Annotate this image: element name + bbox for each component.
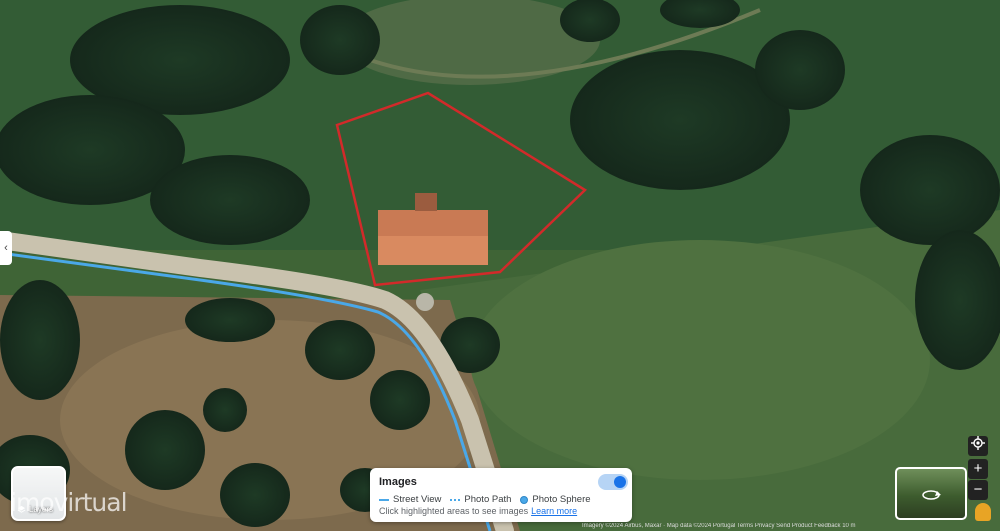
images-panel-title: Images xyxy=(379,476,417,488)
rotate-360-icon xyxy=(922,490,941,500)
crosshair-icon xyxy=(971,436,985,450)
imagery-legend: Street View Photo Path Photo Sphere xyxy=(379,494,600,505)
water-tank xyxy=(416,293,434,311)
photo-path-line-icon xyxy=(450,498,461,501)
street-view-line-icon xyxy=(379,498,389,501)
legend-photo-sphere: Photo Sphere xyxy=(520,494,591,505)
zoom-out-button[interactable]: − xyxy=(968,480,988,500)
street-view-thumbnail[interactable] xyxy=(895,467,967,520)
learn-more-link[interactable]: Learn more xyxy=(531,506,577,516)
collapse-side-panel-button[interactable]: ‹ xyxy=(0,231,12,265)
zoom-in-button[interactable]: + xyxy=(968,459,988,479)
photo-sphere-dot-icon xyxy=(520,495,529,504)
pegman-icon[interactable] xyxy=(975,503,991,521)
watermark: imovirtual xyxy=(10,488,128,517)
images-panel: Images Street View Photo Path Photo Sphe… xyxy=(370,468,632,522)
images-toggle[interactable] xyxy=(598,474,628,490)
legend-photo-path: Photo Path xyxy=(450,494,511,505)
images-hint: Click highlighted areas to see images Lea… xyxy=(379,506,578,516)
satellite-map[interactable] xyxy=(0,0,1000,531)
map-attribution: Imagery ©2024 Airbus, Maxar · Map data ©… xyxy=(582,523,856,529)
legend-street-view: Street View xyxy=(379,494,441,505)
my-location-button[interactable] xyxy=(968,436,988,456)
